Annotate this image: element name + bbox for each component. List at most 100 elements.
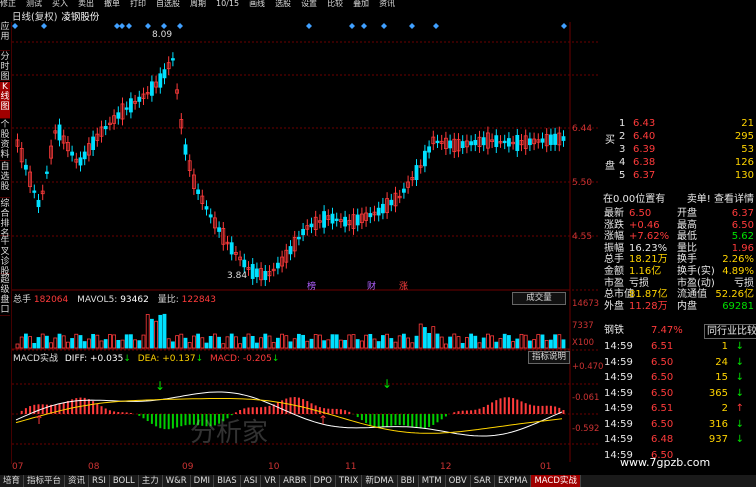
position-line: 在0.00位置有 卖单! 查看详情 — [601, 193, 756, 206]
arrow-down-icon: ↓ — [735, 372, 744, 383]
volume-bar — [179, 333, 184, 349]
indicator-tab[interactable]: ASI — [241, 475, 262, 487]
chart-grid — [12, 22, 600, 462]
indicator-tab[interactable]: 指标平台 — [24, 475, 66, 487]
sidebar-tab[interactable]: 应用 — [0, 22, 10, 51]
indicator-tab[interactable]: MTM — [419, 475, 446, 487]
candle-body — [91, 136, 95, 151]
indicator-tab[interactable]: EXPMA — [495, 475, 532, 487]
date-tick: 01 — [540, 462, 552, 472]
vol-ratio-label: 量比: — [157, 295, 179, 305]
menu-item[interactable]: 10/15 — [216, 0, 239, 8]
menu-item[interactable]: 周期 — [190, 0, 206, 8]
volume-bar — [448, 336, 453, 349]
volume-bar — [397, 335, 402, 349]
volume-bar — [45, 335, 49, 349]
menu-item[interactable]: 打印 — [130, 0, 146, 8]
menu-item[interactable]: 画线 — [249, 0, 265, 8]
arrow-down-icon: ↓ — [735, 387, 744, 399]
volume-bar — [217, 336, 222, 349]
indicator-tab[interactable]: ARBR — [280, 475, 311, 487]
volume-bar — [70, 338, 74, 349]
candle-body — [217, 227, 222, 232]
indicator-tab[interactable]: BIAS — [214, 475, 241, 487]
sector-pct: 7.47% — [651, 325, 683, 336]
menu-item[interactable]: 自选股 — [156, 0, 180, 8]
indicator-tab[interactable]: TRIX — [336, 475, 363, 487]
menu-item[interactable]: 修正 — [0, 0, 16, 8]
volume-bar — [549, 339, 553, 349]
kline-chart[interactable]: ↓ ↓ ↑ ↑ — [12, 22, 600, 462]
volume-bar — [439, 336, 444, 349]
volume-bar — [154, 320, 159, 349]
sidebar-tab[interactable]: 自选股 — [0, 162, 10, 198]
menu-item[interactable]: 测试 — [26, 0, 42, 8]
event-label-zhang[interactable]: 涨 — [399, 279, 408, 292]
volume-button[interactable]: 成交量 — [512, 292, 566, 305]
menu-item[interactable]: 叠加 — [353, 0, 369, 8]
indicator-tab[interactable]: 主力 — [139, 475, 163, 487]
tick-time: 14:59 — [604, 418, 633, 430]
indicator-tab[interactable]: RSI — [89, 475, 110, 487]
indicator-tab[interactable]: SAR — [471, 475, 495, 487]
sidebar-tab[interactable]: 综合排名 — [0, 199, 10, 239]
indicator-tab[interactable]: BBI — [398, 475, 419, 487]
macd-axis-label: -0.592 — [572, 424, 600, 434]
indicator-tab[interactable]: OBV — [446, 475, 471, 487]
indicator-tab[interactable]: W&R — [163, 475, 191, 487]
low-price-mark: 3.84 — [227, 271, 248, 281]
candle-body — [401, 188, 406, 193]
volume-bar — [452, 333, 457, 349]
indicator-tab[interactable]: BOLL — [110, 475, 139, 487]
menu-item[interactable]: 买入 — [52, 0, 68, 8]
volume-label: 总手 — [13, 295, 32, 305]
volume-bar — [280, 333, 285, 349]
indicator-help-button[interactable]: 指标说明 — [528, 351, 570, 364]
volume-value: 182064 — [33, 295, 69, 305]
volume-bar — [494, 341, 499, 349]
macd-header: MACD实战 DIFF: +0.035↓ DEA: +0.137↓ MACD: … — [13, 354, 280, 364]
date-axis: 07 08 09 10 11 12 01 — [12, 462, 600, 474]
volume-axis-label: 14673 — [572, 299, 600, 309]
volume-bar — [112, 334, 116, 349]
tick-time: 14:59 — [604, 387, 633, 399]
volume-bar — [225, 336, 230, 349]
candle-body — [473, 139, 478, 146]
volume-bar — [32, 342, 37, 349]
indicator-tab[interactable]: DMI — [191, 475, 215, 487]
candle-body — [82, 151, 87, 160]
volume-bar — [78, 335, 83, 349]
tick-time: 14:59 — [604, 403, 633, 414]
indicator-tab[interactable]: 培育 — [0, 475, 25, 487]
menu-item[interactable]: 撤单 — [104, 0, 120, 8]
position-left: 在0.00位置有 — [603, 194, 666, 205]
menu-item[interactable]: 资讯 — [379, 0, 395, 8]
menu-item[interactable]: 设置 — [301, 0, 317, 8]
volume-bar — [481, 337, 486, 349]
indicator-tab[interactable]: 新DMA — [362, 475, 398, 487]
candle-body — [469, 141, 474, 146]
event-label-cai[interactable]: 财 — [367, 279, 376, 292]
indicator-tab[interactable]: MACD实战 — [531, 475, 581, 487]
sidebar-tab[interactable]: K线图 — [0, 82, 10, 119]
volume-bar — [309, 338, 314, 349]
sidebar-tab[interactable]: 分时图 — [0, 52, 10, 82]
sidebar-tab[interactable]: 个股资料 — [0, 120, 10, 161]
volume-bar — [435, 333, 440, 349]
volume-bar — [485, 333, 490, 349]
volume-bar — [170, 341, 175, 349]
menu-item[interactable]: 比较 — [327, 0, 343, 8]
event-label-bang[interactable]: 榜 — [307, 279, 316, 292]
sector-name: 钢铁 — [604, 325, 624, 336]
menu-item[interactable]: 卖出 — [78, 0, 94, 8]
menu-item[interactable]: 选股 — [275, 0, 291, 8]
sidebar-tab[interactable]: 超级盘口 — [0, 275, 10, 316]
sidebar-tab[interactable]: 牛叉诊股 — [0, 237, 10, 277]
indicator-tab[interactable]: 资讯 — [65, 475, 90, 487]
candle-body — [414, 165, 419, 181]
sector-compare-button[interactable]: 同行业比较 — [704, 324, 756, 339]
volume-bar — [233, 336, 238, 349]
indicator-tab[interactable]: VR — [261, 475, 281, 487]
indicator-tab[interactable]: DPO — [311, 475, 336, 487]
candle-body — [250, 264, 255, 279]
